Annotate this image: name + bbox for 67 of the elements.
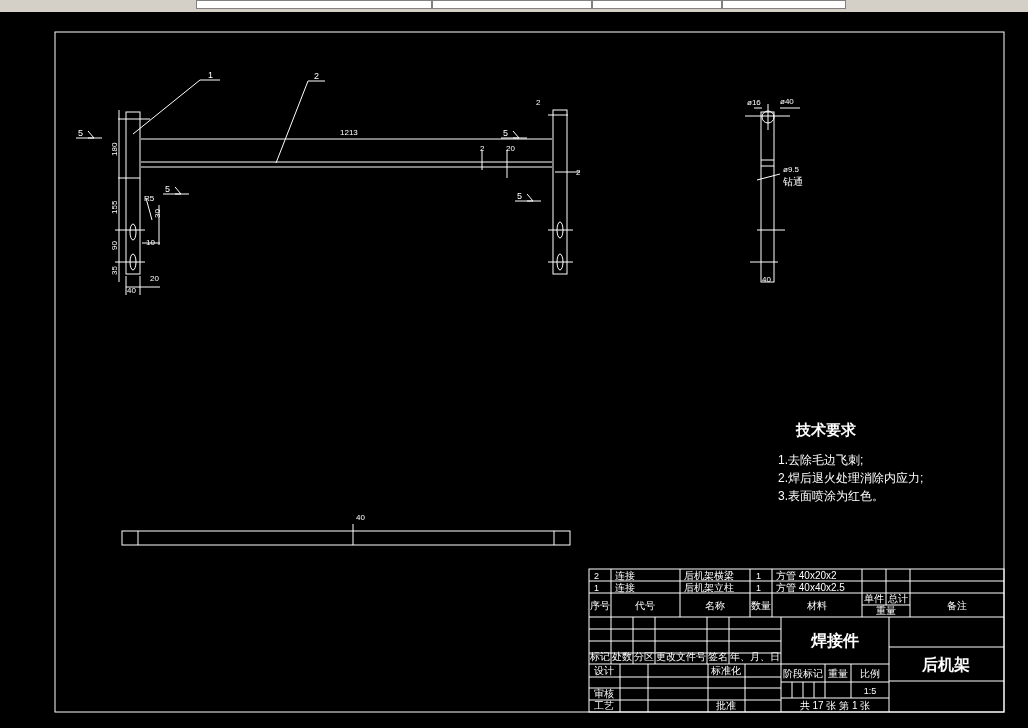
- table-header: 工艺: [594, 700, 614, 711]
- dimension-label: 40: [127, 286, 136, 295]
- requirements-title: 技术要求: [796, 421, 856, 438]
- requirement-text: 2.焊后退火处理消除内应力;: [778, 471, 924, 485]
- table-header: 材料: [807, 600, 827, 611]
- weld-size-label: 5: [165, 184, 170, 194]
- table-header: 重量: [876, 605, 896, 616]
- weld-size-label: 5: [78, 128, 83, 138]
- table-header: 年、月、日: [730, 651, 780, 662]
- drawing-type: 焊接件: [811, 632, 859, 649]
- dimension-label: 40: [762, 275, 771, 284]
- table-header: 签名: [708, 651, 728, 662]
- table-cell: 连接: [615, 582, 635, 593]
- dimension-label: 10: [146, 238, 155, 247]
- dimension-label: ø16: [747, 98, 761, 107]
- dimension-label: 2: [536, 98, 541, 107]
- table-header: 比例: [860, 668, 880, 679]
- hole-note: 钻通: [783, 176, 803, 187]
- table-header: 总计: [888, 593, 908, 604]
- dimension-label: R5: [144, 194, 155, 203]
- sheet-count: 共 17 张 第 1 张: [799, 700, 871, 711]
- dimension-label: ø40: [780, 97, 794, 106]
- table-header: 处数: [612, 651, 632, 662]
- dimension-label: 2: [576, 168, 581, 177]
- table-header: 更改文件号: [656, 651, 706, 662]
- table-cell: 连接: [615, 570, 635, 581]
- table-cell: 2: [594, 571, 599, 581]
- weld-size-label: 5: [517, 191, 522, 201]
- table-header: 备注: [947, 600, 967, 611]
- part-number-label: 2: [314, 71, 319, 81]
- table-cell: 后机架横梁: [684, 570, 734, 581]
- dimension-label: 20: [150, 274, 159, 283]
- table-header: 名称: [705, 600, 725, 611]
- requirement-text: 3.表面喷涂为红色。: [778, 489, 884, 503]
- table-header: 分区: [634, 651, 654, 662]
- table-cell: 方管 40x20x2: [776, 570, 837, 581]
- table-cell: 1: [756, 571, 761, 581]
- part-number-label: 1: [208, 70, 213, 80]
- table-header: 标记: [590, 651, 610, 662]
- table-cell: 方管 40x40x2.5: [776, 582, 845, 593]
- table-header: 批准: [716, 700, 736, 711]
- table-header: 设计: [594, 665, 614, 676]
- dimension-label: ø9.5: [783, 165, 799, 174]
- table-header: 数量: [751, 600, 771, 611]
- table-header: 重量: [828, 668, 848, 679]
- drawing-title: 后机架: [922, 656, 970, 673]
- table-header: 序号: [590, 600, 610, 611]
- table-cell: 后机架立柱: [684, 582, 734, 593]
- weld-size-label: 5: [503, 128, 508, 138]
- dimension-label: 35: [110, 266, 119, 275]
- table-cell: 1: [756, 583, 761, 593]
- table-header: 阶段标记: [783, 668, 823, 679]
- table-header: 代号: [635, 600, 655, 611]
- table-header: 审核: [594, 688, 614, 699]
- dimension-label: 180: [110, 142, 119, 156]
- requirement-text: 1.去除毛边飞刺;: [778, 453, 864, 467]
- dimension-label: 2: [480, 144, 485, 153]
- table-header: 单件: [864, 593, 884, 604]
- table-cell: 1: [594, 583, 599, 593]
- dimension-label: 1213: [340, 128, 358, 137]
- table-header: 标准化: [711, 665, 741, 676]
- scale-value: 1:5: [863, 686, 877, 696]
- dimension-label: 90: [110, 241, 119, 250]
- dimension-label: 20: [506, 144, 515, 153]
- dimension-label: 30: [153, 209, 162, 218]
- dimension-label: 40: [356, 513, 365, 522]
- dimension-label: 155: [110, 200, 119, 214]
